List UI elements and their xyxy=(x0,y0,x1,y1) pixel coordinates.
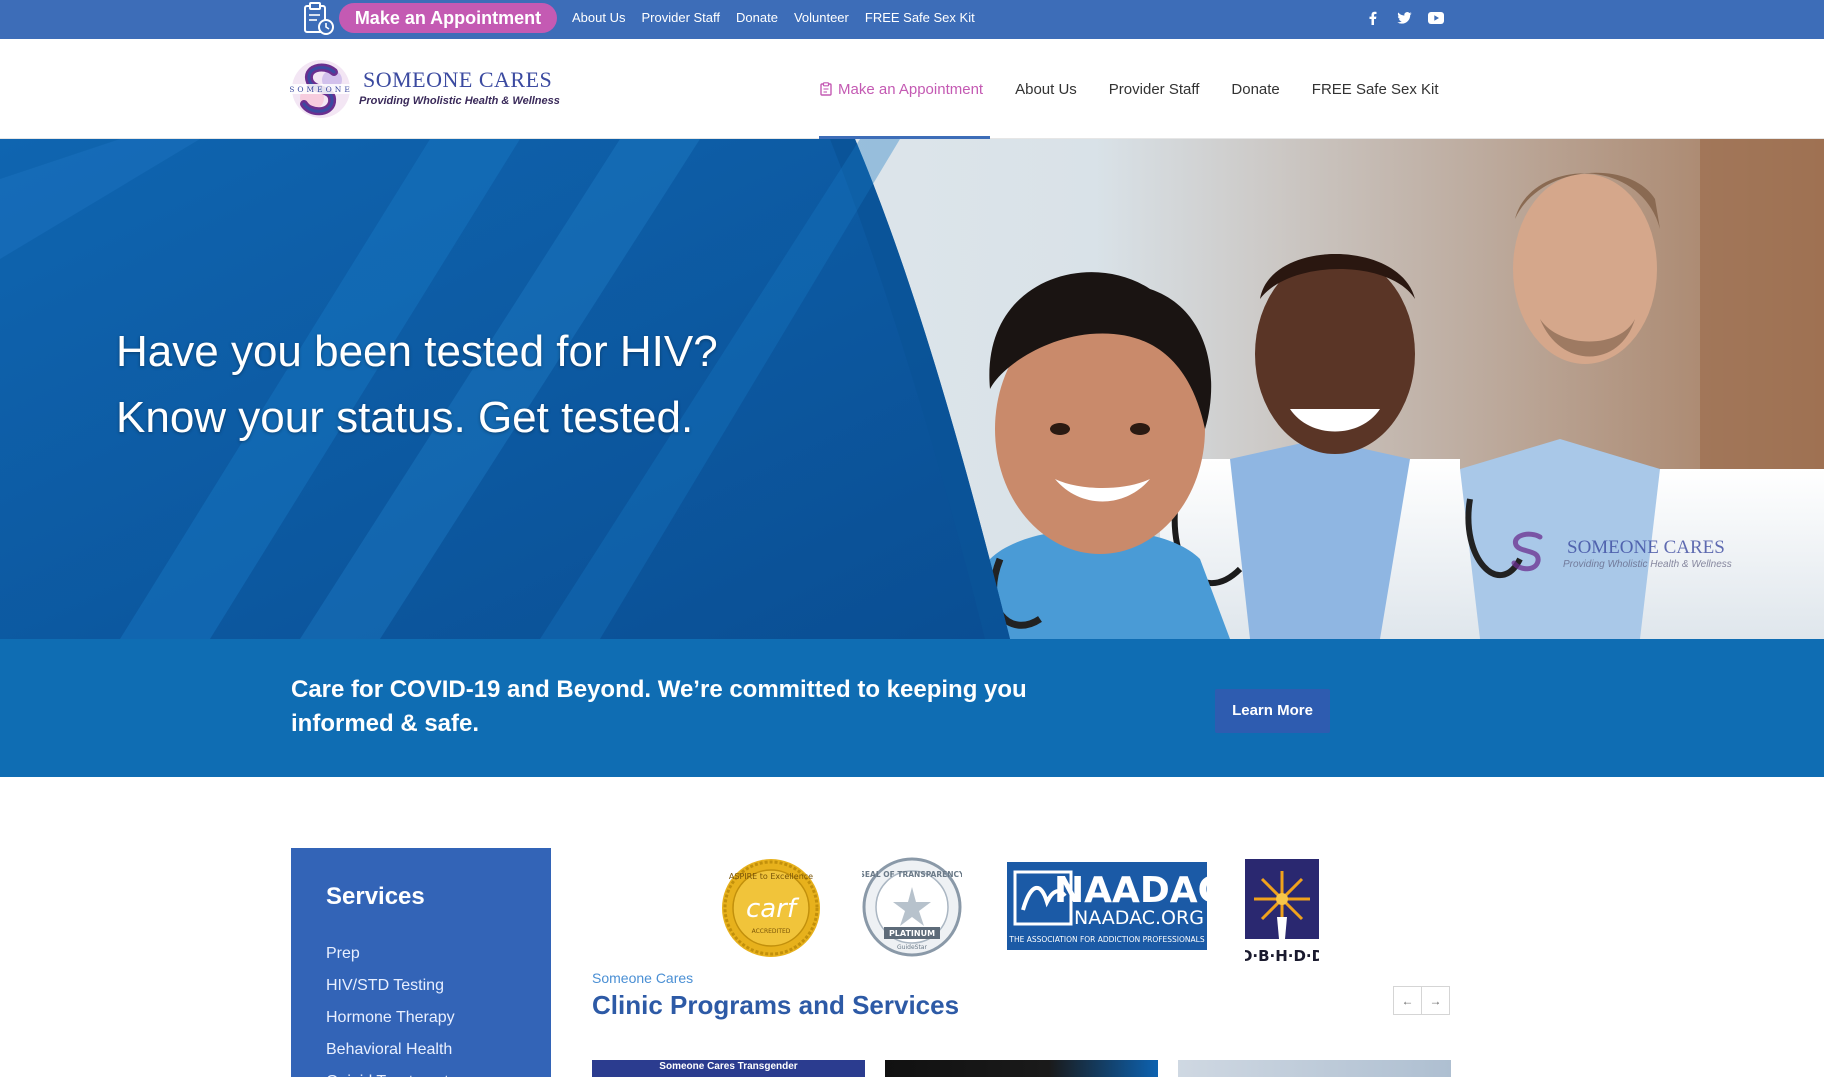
logo-tagline: Providing Wholistic Health & Wellness xyxy=(359,95,560,107)
dbhdd-logo: D·B·H·D·D xyxy=(1245,859,1319,965)
naadac-logo: NAADAC NAADAC.ORG THE ASSOCIATION FOR AD… xyxy=(1007,862,1207,950)
service-link-prep[interactable]: Prep xyxy=(326,938,455,970)
nav-make-appointment-label: Make an Appointment xyxy=(838,80,984,98)
hero-line-2: Know your status. Get tested. xyxy=(116,393,694,442)
services-sidebar: Services Prep HIV/STD Testing Hormone Th… xyxy=(291,848,551,1077)
nav-donate[interactable]: Donate xyxy=(1231,81,1279,98)
hero-watermark-name: SOMEONE CARES xyxy=(1567,537,1725,558)
clipboard-icon xyxy=(820,81,832,96)
guidestar-platinum-seal: SEAL OF TRANSPARENCY PLATINUM GuideStar xyxy=(862,857,962,957)
top-utility-bar: Make an Appointment About Us Provider St… xyxy=(0,0,1824,39)
guidestar-level: PLATINUM xyxy=(889,929,935,938)
site-header: SOMEONE SOMEONE CARES Providing Wholisti… xyxy=(0,39,1824,139)
top-link-provider-staff[interactable]: Provider Staff xyxy=(641,10,720,25)
top-link-about-us[interactable]: About Us xyxy=(572,10,625,25)
covid-banner: Care for COVID-19 and Beyond. We’re comm… xyxy=(0,639,1824,777)
top-link-donate[interactable]: Donate xyxy=(736,10,778,25)
logo-name: SOMEONE CARES xyxy=(363,67,553,92)
arrow-left-icon[interactable]: ← xyxy=(1393,986,1422,1015)
nav-make-appointment[interactable]: Make an Appointment xyxy=(820,81,983,98)
top-links: About Us Provider Staff Donate Volunteer… xyxy=(572,0,991,34)
arrow-right-icon[interactable]: → xyxy=(1421,986,1450,1015)
carf-name: carf xyxy=(746,894,800,924)
program-card[interactable] xyxy=(1178,1060,1451,1077)
hero-heading: Have you been tested for HIV? Know your … xyxy=(116,319,718,451)
program-card[interactable]: Someone Cares Transgender xyxy=(592,1060,865,1077)
nav-about-us[interactable]: About Us xyxy=(1015,81,1077,98)
service-link-behavioral-health[interactable]: Behavioral Health xyxy=(326,1034,455,1066)
naadac-tagline: THE ASSOCIATION FOR ADDICTION PROFESSION… xyxy=(1008,935,1204,944)
naadac-name: NAADAC xyxy=(1054,870,1207,911)
program-card[interactable] xyxy=(885,1060,1158,1077)
top-link-free-safe-sex-kit[interactable]: FREE Safe Sex Kit xyxy=(865,10,975,25)
carf-accredited-seal: ASPIRE to Excellence carf ACCREDITED xyxy=(722,859,820,957)
hero-watermark-tagline: Providing Wholistic Health & Wellness xyxy=(1563,559,1732,570)
hero-banner: SOMEONE CARES Providing Wholistic Health… xyxy=(0,139,1824,639)
carf-ring-text: ASPIRE to Excellence xyxy=(729,872,813,881)
accreditation-badges: ASPIRE to Excellence carf ACCREDITED SEA… xyxy=(720,855,1320,967)
carousel-controls: ← → xyxy=(1393,986,1450,1015)
site-logo[interactable]: SOMEONE SOMEONE CARES Providing Wholisti… xyxy=(290,58,580,122)
nav-free-safe-sex-kit[interactable]: FREE Safe Sex Kit xyxy=(1312,81,1439,98)
top-link-volunteer[interactable]: Volunteer xyxy=(794,10,849,25)
service-link-opioid-treatment[interactable]: Opioid Treatment xyxy=(326,1066,455,1077)
carf-sub: ACCREDITED xyxy=(752,928,791,935)
service-link-hiv-std-testing[interactable]: HIV/STD Testing xyxy=(326,970,455,1002)
facebook-icon[interactable] xyxy=(1360,8,1384,28)
main-nav: Make an Appointment About Us Provider St… xyxy=(820,39,1471,139)
guidestar-ring-text: SEAL OF TRANSPARENCY xyxy=(862,870,962,879)
make-appointment-button[interactable]: Make an Appointment xyxy=(339,3,557,33)
nav-provider-staff[interactable]: Provider Staff xyxy=(1109,81,1200,98)
program-card-caption: Someone Cares Transgender xyxy=(659,1061,798,1072)
service-link-hormone-therapy[interactable]: Hormone Therapy xyxy=(326,1002,455,1034)
twitter-icon[interactable] xyxy=(1392,8,1416,28)
dbhdd-name: D·B·H·D·D xyxy=(1245,947,1319,965)
learn-more-button[interactable]: Learn More xyxy=(1215,689,1330,733)
programs-title: Clinic Programs and Services xyxy=(592,990,960,1020)
hero-line-1: Have you been tested for HIV? xyxy=(116,327,718,376)
social-links xyxy=(1360,8,1456,28)
covid-message: Care for COVID-19 and Beyond. We’re comm… xyxy=(291,676,1027,737)
program-cards: Someone Cares Transgender xyxy=(592,1060,1452,1077)
programs-eyebrow: Someone Cares xyxy=(592,970,694,986)
youtube-icon[interactable] xyxy=(1424,8,1448,28)
clipboard-clock-icon[interactable] xyxy=(302,2,334,36)
guidestar-org: GuideStar xyxy=(897,944,927,951)
someone-cares-logo-mark: SOMEONE xyxy=(290,60,352,118)
services-title: Services xyxy=(326,883,425,910)
naadac-url: NAADAC.ORG xyxy=(1074,907,1204,929)
svg-text:SOMEONE: SOMEONE xyxy=(290,85,352,94)
services-list: Prep HIV/STD Testing Hormone Therapy Beh… xyxy=(326,938,455,1077)
